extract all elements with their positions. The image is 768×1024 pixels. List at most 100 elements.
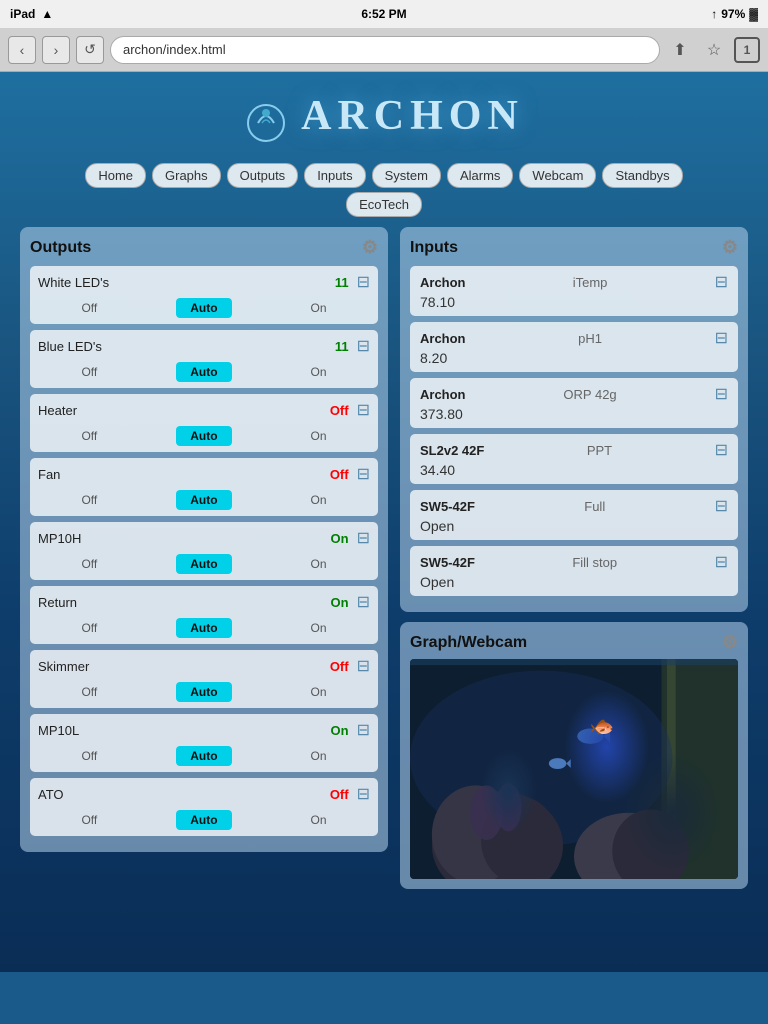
outputs-header: Outputs ⚙	[30, 237, 378, 258]
on-btn-white-leds[interactable]: On	[303, 299, 335, 317]
on-btn-skimmer[interactable]: On	[303, 683, 335, 701]
page-background: ARCHON Home Graphs Outputs Inputs System…	[0, 72, 768, 972]
signal-icon: ↑	[711, 7, 717, 21]
tune-icon-return[interactable]: ⊟	[357, 592, 370, 612]
tune-icon-input-5[interactable]: ⊟	[715, 552, 728, 572]
output-mp10l: MP10L On ⊟ Off Auto On	[30, 714, 378, 772]
input-value-1: 8.20	[420, 348, 728, 366]
share-button[interactable]: ⬆	[666, 36, 694, 64]
inputs-title: Inputs	[410, 239, 458, 257]
graph-header: Graph/Webcam ⚙	[410, 632, 738, 653]
outputs-gear-icon[interactable]: ⚙	[362, 237, 378, 258]
back-button[interactable]: ‹	[8, 36, 36, 64]
off-btn-ato[interactable]: Off	[73, 811, 105, 829]
off-btn-blue-leds[interactable]: Off	[73, 363, 105, 381]
status-left: iPad ▲	[10, 7, 53, 21]
off-btn-white-leds[interactable]: Off	[73, 299, 105, 317]
logo-icon	[244, 101, 289, 149]
tune-icon-input-4[interactable]: ⊟	[715, 496, 728, 516]
inputs-gear-icon[interactable]: ⚙	[722, 237, 738, 258]
nav-webcam[interactable]: Webcam	[519, 163, 596, 188]
input-value-3: 34.40	[420, 460, 728, 478]
tune-icon-input-1[interactable]: ⊟	[715, 328, 728, 348]
auto-btn-mp10l[interactable]: Auto	[176, 746, 231, 766]
graph-webcam-panel: Graph/Webcam ⚙	[400, 622, 748, 889]
tune-icon-fan[interactable]: ⊟	[357, 464, 370, 484]
status-right: ↑ 97% ▓	[711, 7, 758, 21]
output-status-return: On	[331, 595, 349, 610]
tune-icon-mp10l[interactable]: ⊟	[357, 720, 370, 740]
tune-icon-ato[interactable]: ⊟	[357, 784, 370, 804]
off-btn-skimmer[interactable]: Off	[73, 683, 105, 701]
off-btn-mp10h[interactable]: Off	[73, 555, 105, 573]
off-btn-fan[interactable]: Off	[73, 491, 105, 509]
browser-bar: ‹ › ↺ archon/index.html ⬆ ☆ 1	[0, 28, 768, 72]
input-source-1: Archon	[420, 331, 466, 346]
output-status-mp10l: On	[331, 723, 349, 738]
input-archon-ph1: Archon pH1 ⊟ 8.20	[410, 322, 738, 372]
tab-counter[interactable]: 1	[734, 37, 760, 63]
outputs-panel: Outputs ⚙ White LED's 11 ⊟ Off Auto On	[20, 227, 388, 852]
tune-icon-heater[interactable]: ⊟	[357, 400, 370, 420]
auto-btn-heater[interactable]: Auto	[176, 426, 231, 446]
nav-inputs[interactable]: Inputs	[304, 163, 365, 188]
auto-btn-fan[interactable]: Auto	[176, 490, 231, 510]
on-btn-blue-leds[interactable]: On	[303, 363, 335, 381]
input-source-3: SL2v2 42F	[420, 443, 484, 458]
off-btn-heater[interactable]: Off	[73, 427, 105, 445]
tune-icon-input-3[interactable]: ⊟	[715, 440, 728, 460]
url-bar[interactable]: archon/index.html	[110, 36, 660, 64]
on-btn-return[interactable]: On	[303, 619, 335, 637]
auto-btn-ato[interactable]: Auto	[176, 810, 231, 830]
nav-ecotech[interactable]: EcoTech	[346, 192, 422, 217]
on-btn-mp10h[interactable]: On	[303, 555, 335, 573]
bookmark-button[interactable]: ☆	[700, 36, 728, 64]
auto-btn-blue-leds[interactable]: Auto	[176, 362, 231, 382]
tune-icon-skimmer[interactable]: ⊟	[357, 656, 370, 676]
wifi-icon: ▲	[41, 7, 53, 21]
tune-icon-white-leds[interactable]: ⊟	[357, 272, 370, 292]
input-type-4: Full	[475, 499, 715, 514]
reload-button[interactable]: ↺	[76, 36, 104, 64]
on-btn-heater[interactable]: On	[303, 427, 335, 445]
output-mp10h: MP10H On ⊟ Off Auto On	[30, 522, 378, 580]
tune-icon-blue-leds[interactable]: ⊟	[357, 336, 370, 356]
auto-btn-white-leds[interactable]: Auto	[176, 298, 231, 318]
nav-outputs[interactable]: Outputs	[227, 163, 299, 188]
output-status-blue-leds: 11	[335, 339, 349, 354]
inputs-header: Inputs ⚙	[410, 237, 738, 258]
nav-graphs[interactable]: Graphs	[152, 163, 221, 188]
input-source-5: SW5-42F	[420, 555, 475, 570]
logo-area: ARCHON	[20, 82, 748, 157]
input-value-5: Open	[420, 572, 728, 590]
nav-alarms[interactable]: Alarms	[447, 163, 513, 188]
forward-button[interactable]: ›	[42, 36, 70, 64]
off-btn-return[interactable]: Off	[73, 619, 105, 637]
input-type-0: iTemp	[466, 275, 715, 290]
output-fan: Fan Off ⊟ Off Auto On	[30, 458, 378, 516]
auto-btn-mp10h[interactable]: Auto	[176, 554, 231, 574]
on-btn-fan[interactable]: On	[303, 491, 335, 509]
on-btn-mp10l[interactable]: On	[303, 747, 335, 765]
nav-system[interactable]: System	[372, 163, 441, 188]
input-type-5: Fill stop	[475, 555, 715, 570]
nav-standbys[interactable]: Standbys	[602, 163, 682, 188]
tune-icon-input-2[interactable]: ⊟	[715, 384, 728, 404]
off-btn-mp10l[interactable]: Off	[73, 747, 105, 765]
nav-home[interactable]: Home	[85, 163, 146, 188]
url-text: archon/index.html	[123, 42, 226, 57]
output-name-ato: ATO	[38, 787, 322, 802]
output-status-skimmer: Off	[330, 659, 349, 674]
input-archon-orp: Archon ORP 42g ⊟ 373.80	[410, 378, 738, 428]
input-archon-itemp: Archon iTemp ⊟ 78.10	[410, 266, 738, 316]
auto-btn-skimmer[interactable]: Auto	[176, 682, 231, 702]
graph-gear-icon[interactable]: ⚙	[722, 632, 738, 653]
auto-btn-return[interactable]: Auto	[176, 618, 231, 638]
output-status-fan: Off	[330, 467, 349, 482]
output-ato: ATO Off ⊟ Off Auto On	[30, 778, 378, 836]
outputs-title: Outputs	[30, 239, 91, 257]
on-btn-ato[interactable]: On	[303, 811, 335, 829]
logo-text: ARCHON	[301, 93, 524, 139]
tune-icon-input-0[interactable]: ⊟	[715, 272, 728, 292]
tune-icon-mp10h[interactable]: ⊟	[357, 528, 370, 548]
